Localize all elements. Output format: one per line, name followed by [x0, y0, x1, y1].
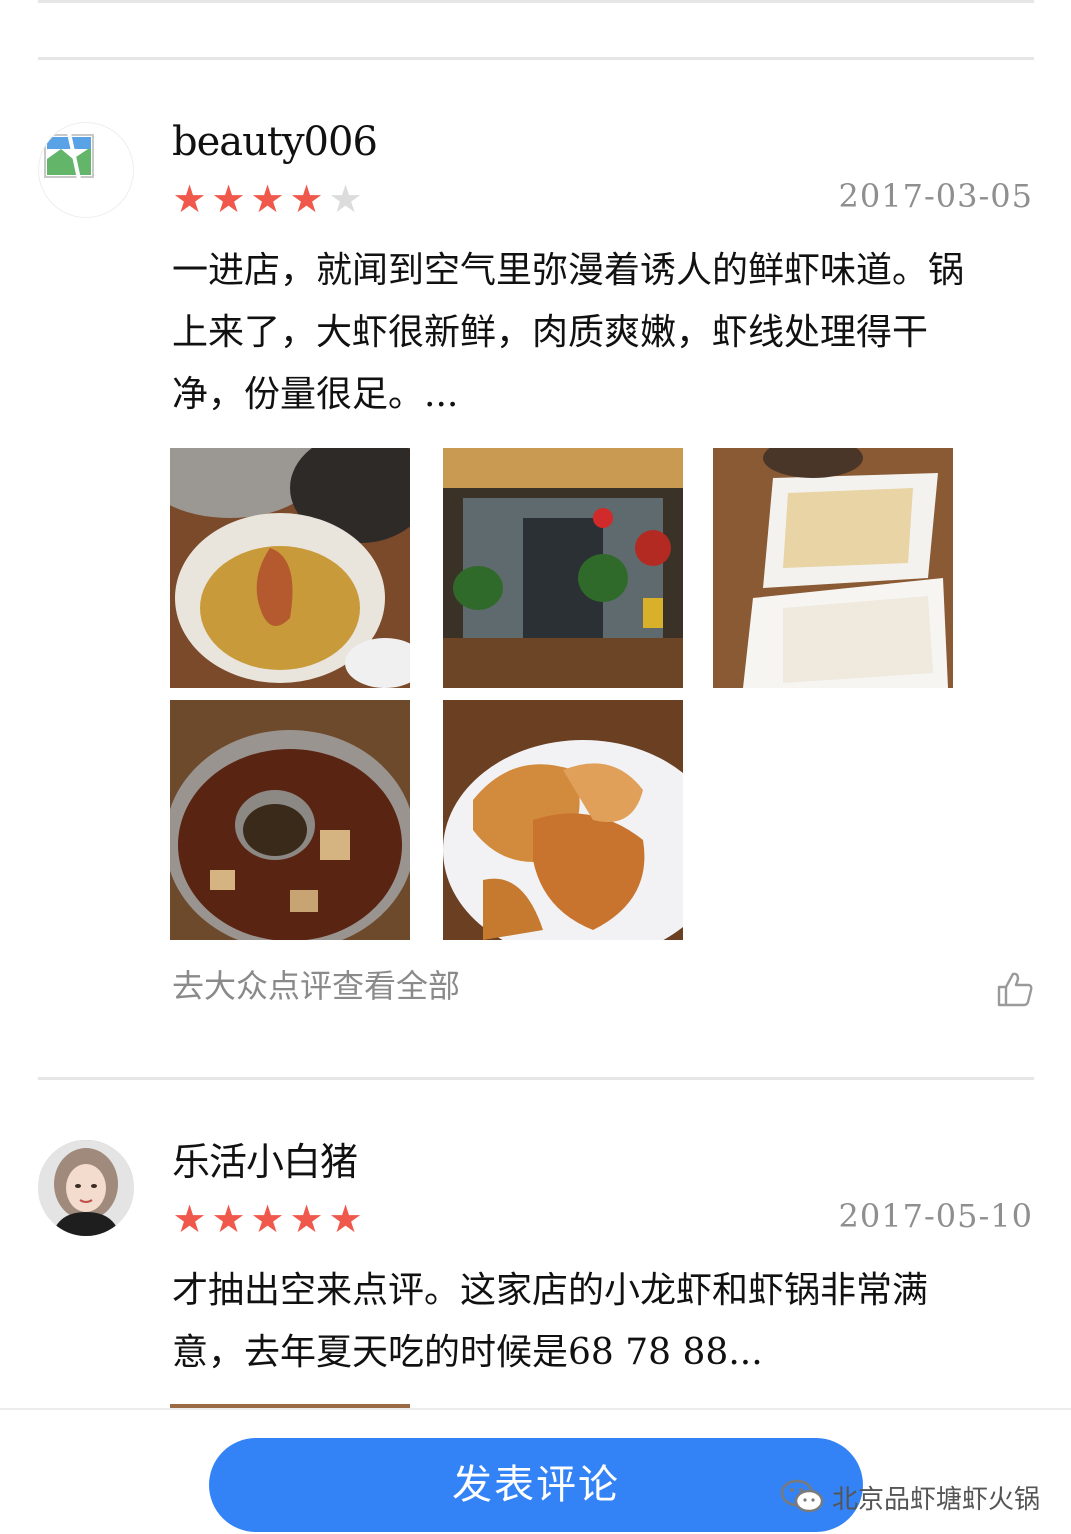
star-filled-icon: ★	[172, 1197, 207, 1241]
star-empty-icon: ★	[328, 177, 363, 221]
like-thumbs-up-icon[interactable]	[996, 970, 1034, 1008]
star-filled-icon: ★	[211, 177, 246, 221]
view-all-on-dianping-link[interactable]: 去大众点评查看全部	[172, 966, 460, 1006]
top-divider	[38, 0, 1034, 3]
star-filled-icon: ★	[328, 1197, 363, 1241]
review-text-line: 才抽出空来点评。这家店的小龙虾和虾锅非常满	[172, 1270, 929, 1311]
wechat-account-name: 北京品虾塘虾火锅	[832, 1484, 1041, 1515]
star-filled-icon: ★	[289, 1197, 324, 1241]
review-text-line: 净，份量很足。...	[172, 374, 459, 415]
review-text-line: 上来了，大虾很新鲜，肉质爽嫩，虾线处理得干	[172, 312, 929, 353]
review-photo-tofu-skin-plate[interactable]	[713, 448, 953, 688]
star-filled-icon: ★	[172, 177, 207, 221]
review-photo-hotpot[interactable]	[170, 700, 410, 940]
star-filled-icon: ★	[250, 1197, 285, 1241]
restaurant-interior-photo	[443, 448, 683, 688]
review-photo-restaurant-interior[interactable]	[443, 448, 683, 688]
avatar[interactable]	[38, 1140, 134, 1236]
review-photo-shrimp-bowl[interactable]	[170, 448, 410, 688]
broken-image-icon	[44, 132, 94, 180]
star-rating: ★ ★ ★ ★ ★	[170, 179, 365, 219]
review-date: 2017-05-10	[838, 1197, 1033, 1235]
star-filled-icon: ★	[289, 177, 324, 221]
review-photo-fried-shrimp[interactable]	[443, 700, 683, 940]
wechat-icon	[780, 1479, 824, 1513]
wechat-account-watermark: 北京品虾塘虾火锅	[780, 1474, 1040, 1520]
star-filled-icon: ★	[211, 1197, 246, 1241]
review-text[interactable]: 一进店，就闻到空气里弥漫着诱人的鲜虾味道。锅 上来了，大虾很新鲜，肉质爽嫩，虾线…	[172, 240, 1042, 426]
review-text-line: 意，去年夏天吃的时候是68 78 88...	[172, 1332, 763, 1373]
user-portrait-image	[38, 1140, 134, 1236]
review-divider	[38, 1077, 1034, 1080]
bottom-action-bar: 发表评论 北京品虾塘虾火锅	[0, 1408, 1071, 1534]
tofu-skin-plate-photo	[713, 448, 953, 688]
review-text[interactable]: 才抽出空来点评。这家店的小龙虾和虾锅非常满 意，去年夏天吃的时候是68 78 8…	[172, 1260, 1042, 1384]
top-divider	[38, 57, 1034, 60]
reviewer-name[interactable]: beauty006	[172, 118, 378, 166]
reviewer-name[interactable]: 乐活小白猪	[172, 1138, 358, 1186]
star-filled-icon: ★	[250, 177, 285, 221]
shrimp-bowl-photo	[170, 448, 410, 688]
fried-shrimp-photo	[443, 700, 683, 940]
star-rating: ★ ★ ★ ★ ★	[170, 1199, 365, 1239]
review-text-line: 一进店，就闻到空气里弥漫着诱人的鲜虾味道。锅	[172, 250, 965, 291]
review-date: 2017-03-05	[838, 177, 1033, 215]
avatar[interactable]	[38, 122, 134, 218]
hotpot-photo	[170, 700, 410, 940]
post-review-button[interactable]: 发表评论	[209, 1438, 863, 1532]
